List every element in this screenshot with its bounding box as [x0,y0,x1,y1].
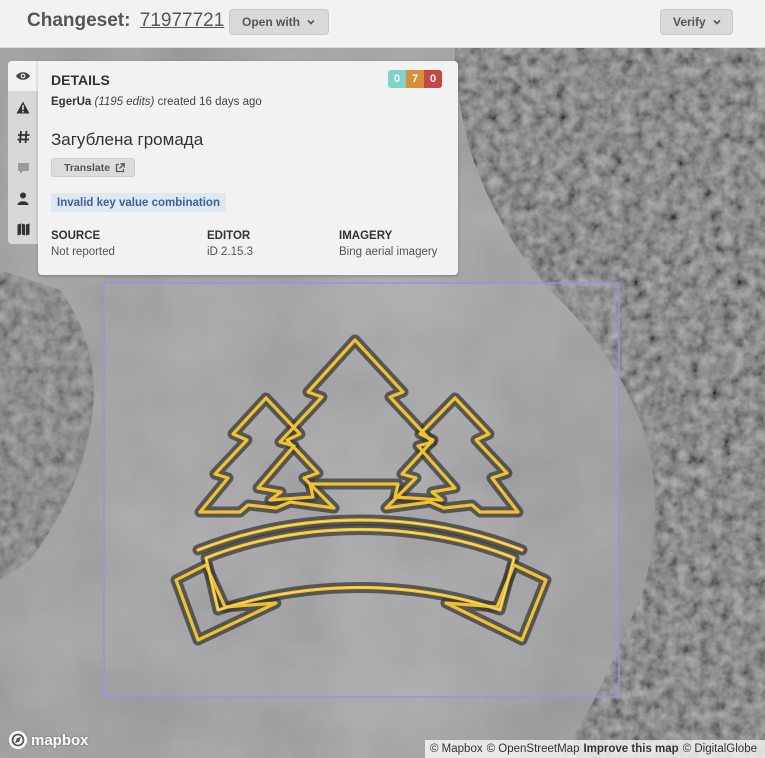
source-value: Not reported [51,246,115,258]
user-name[interactable]: EgerUa [51,96,91,108]
mapbox-logo-icon [9,731,27,749]
tab-user[interactable] [8,183,38,213]
editor-column: EDITOR iD 2.15.3 [207,230,253,258]
verify-button[interactable]: Verify [660,9,733,35]
translate-button[interactable]: Translate [51,158,136,177]
chevron-down-icon [307,19,315,25]
changeset-meta: EgerUa (1195 edits) created 16 days ago [51,96,262,108]
modified-count-badge: 7 [406,70,424,88]
chevron-down-icon [713,19,721,25]
verify-label: Verify [673,15,706,29]
open-with-label: Open with [242,15,300,29]
created-count-badge: 0 [388,70,406,88]
attribution-mapbox-link[interactable]: © Mapbox [430,743,483,755]
external-link-icon [115,162,125,172]
editor-label: EDITOR [207,230,251,242]
editor-value: iD 2.15.3 [207,246,254,258]
changeset-id-link[interactable]: 71977721 [140,10,225,31]
comment-icon [17,162,29,174]
changeset-comment: Загублена громада [51,130,204,149]
source-label: SOURCE [51,230,101,242]
tab-flags[interactable] [8,92,38,122]
header-bar: Changeset: 71977721 Open with Verify [0,0,765,48]
improve-map-link[interactable]: Improve this map [583,743,678,755]
tab-map[interactable] [8,214,38,244]
translate-label: Translate [64,161,111,174]
tab-tags[interactable] [8,122,38,152]
map-icon [17,223,29,235]
deleted-count-badge: 0 [424,70,442,88]
imagery-value: Bing aerial imagery [339,246,438,258]
imagery-column: IMAGERY Bing aerial imagery [339,230,437,258]
changeset-title: Changeset: 71977721 [27,10,224,32]
open-with-button[interactable]: Open with [229,9,329,35]
warning-icon [16,101,30,113]
mapbox-logo[interactable]: mapbox [8,730,89,750]
tab-discussions[interactable] [8,153,38,183]
hash-icon [17,130,29,144]
attribution-osm-link[interactable]: © OpenStreetMap [487,743,580,755]
eye-icon [16,72,30,80]
tab-details[interactable] [8,61,38,91]
map-attribution: © Mapbox © OpenStreetMap Improve this ma… [425,740,765,758]
source-column: SOURCE Not reported [51,230,115,258]
details-panel: DETAILS 0 7 0 EgerUa (1195 edits) create… [38,61,458,275]
sidebar-tabs [8,61,38,244]
change-counts: 0 7 0 [388,70,442,88]
mapbox-logo-text: mapbox [31,731,89,749]
details-title: DETAILS [51,72,110,88]
user-edit-count: (1195 edits) [94,96,155,108]
user-icon [17,192,29,205]
created-time: created 16 days ago [157,96,262,108]
imagery-label: IMAGERY [339,230,393,242]
attribution-digitalglobe-link[interactable]: © DigitalGlobe [683,743,757,755]
flag-badge: Invalid key value combination [51,193,226,212]
changeset-label: Changeset: [27,10,131,31]
